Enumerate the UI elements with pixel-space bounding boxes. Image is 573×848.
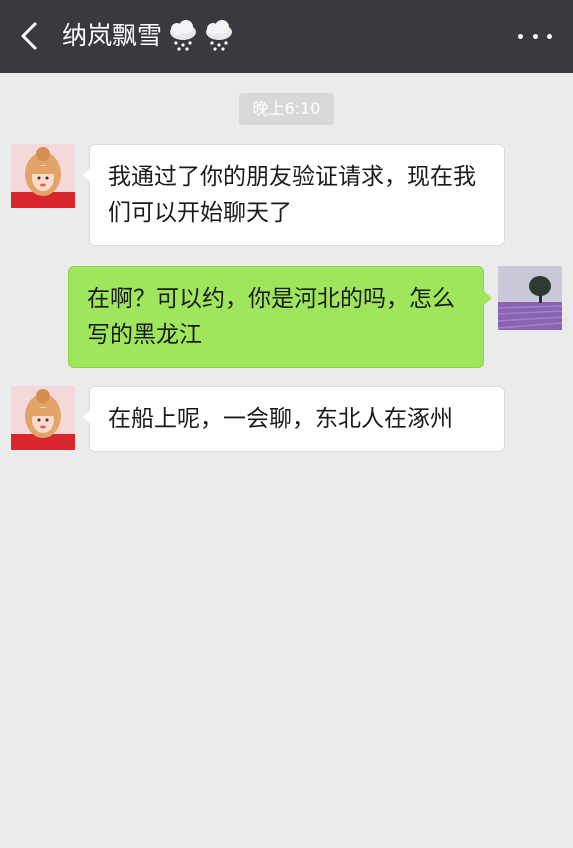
more-dots-icon [547,33,552,39]
message-text: 我通过了你的朋友验证请求，现在我们可以开始聊天了 [108,164,476,226]
more-dots-icon [532,33,538,39]
chevron-left-icon [21,22,37,50]
incoming-message-bubble[interactable]: 我通过了你的朋友验证请求，现在我们可以开始聊天了 [81,144,505,246]
more-options-button[interactable] [515,22,555,50]
message-text: 在啊？可以约，你是河北的吗，怎么写的黑龙江 [87,286,455,348]
chat-title: 纳岚飘雪 [62,21,163,50]
back-button[interactable] [10,16,50,56]
timestamp-badge: 晚上6:10 [239,93,334,125]
incoming-message-bubble[interactable]: 在船上呢，一会聊，东北人在涿州 [81,386,505,452]
snow-cloud-icon [168,20,198,52]
chat-area[interactable]: 晚上6:10 我通过了你的朋友验证请求，现在我们可以开始聊天了 在啊？可以约，你… [0,73,573,848]
chat-title-wrap: 纳岚飘雪 [62,18,234,54]
outgoing-message-bubble[interactable]: 在啊？可以约，你是河北的吗，怎么写的黑龙江 [68,266,492,368]
my-avatar[interactable] [498,266,562,330]
contact-avatar[interactable] [11,386,75,450]
contact-avatar[interactable] [11,144,75,208]
more-dots-icon [518,33,523,39]
chat-header: 纳岚飘雪 [0,0,573,73]
message-text: 在船上呢，一会聊，东北人在涿州 [108,406,453,432]
snow-cloud-icon [204,20,234,52]
